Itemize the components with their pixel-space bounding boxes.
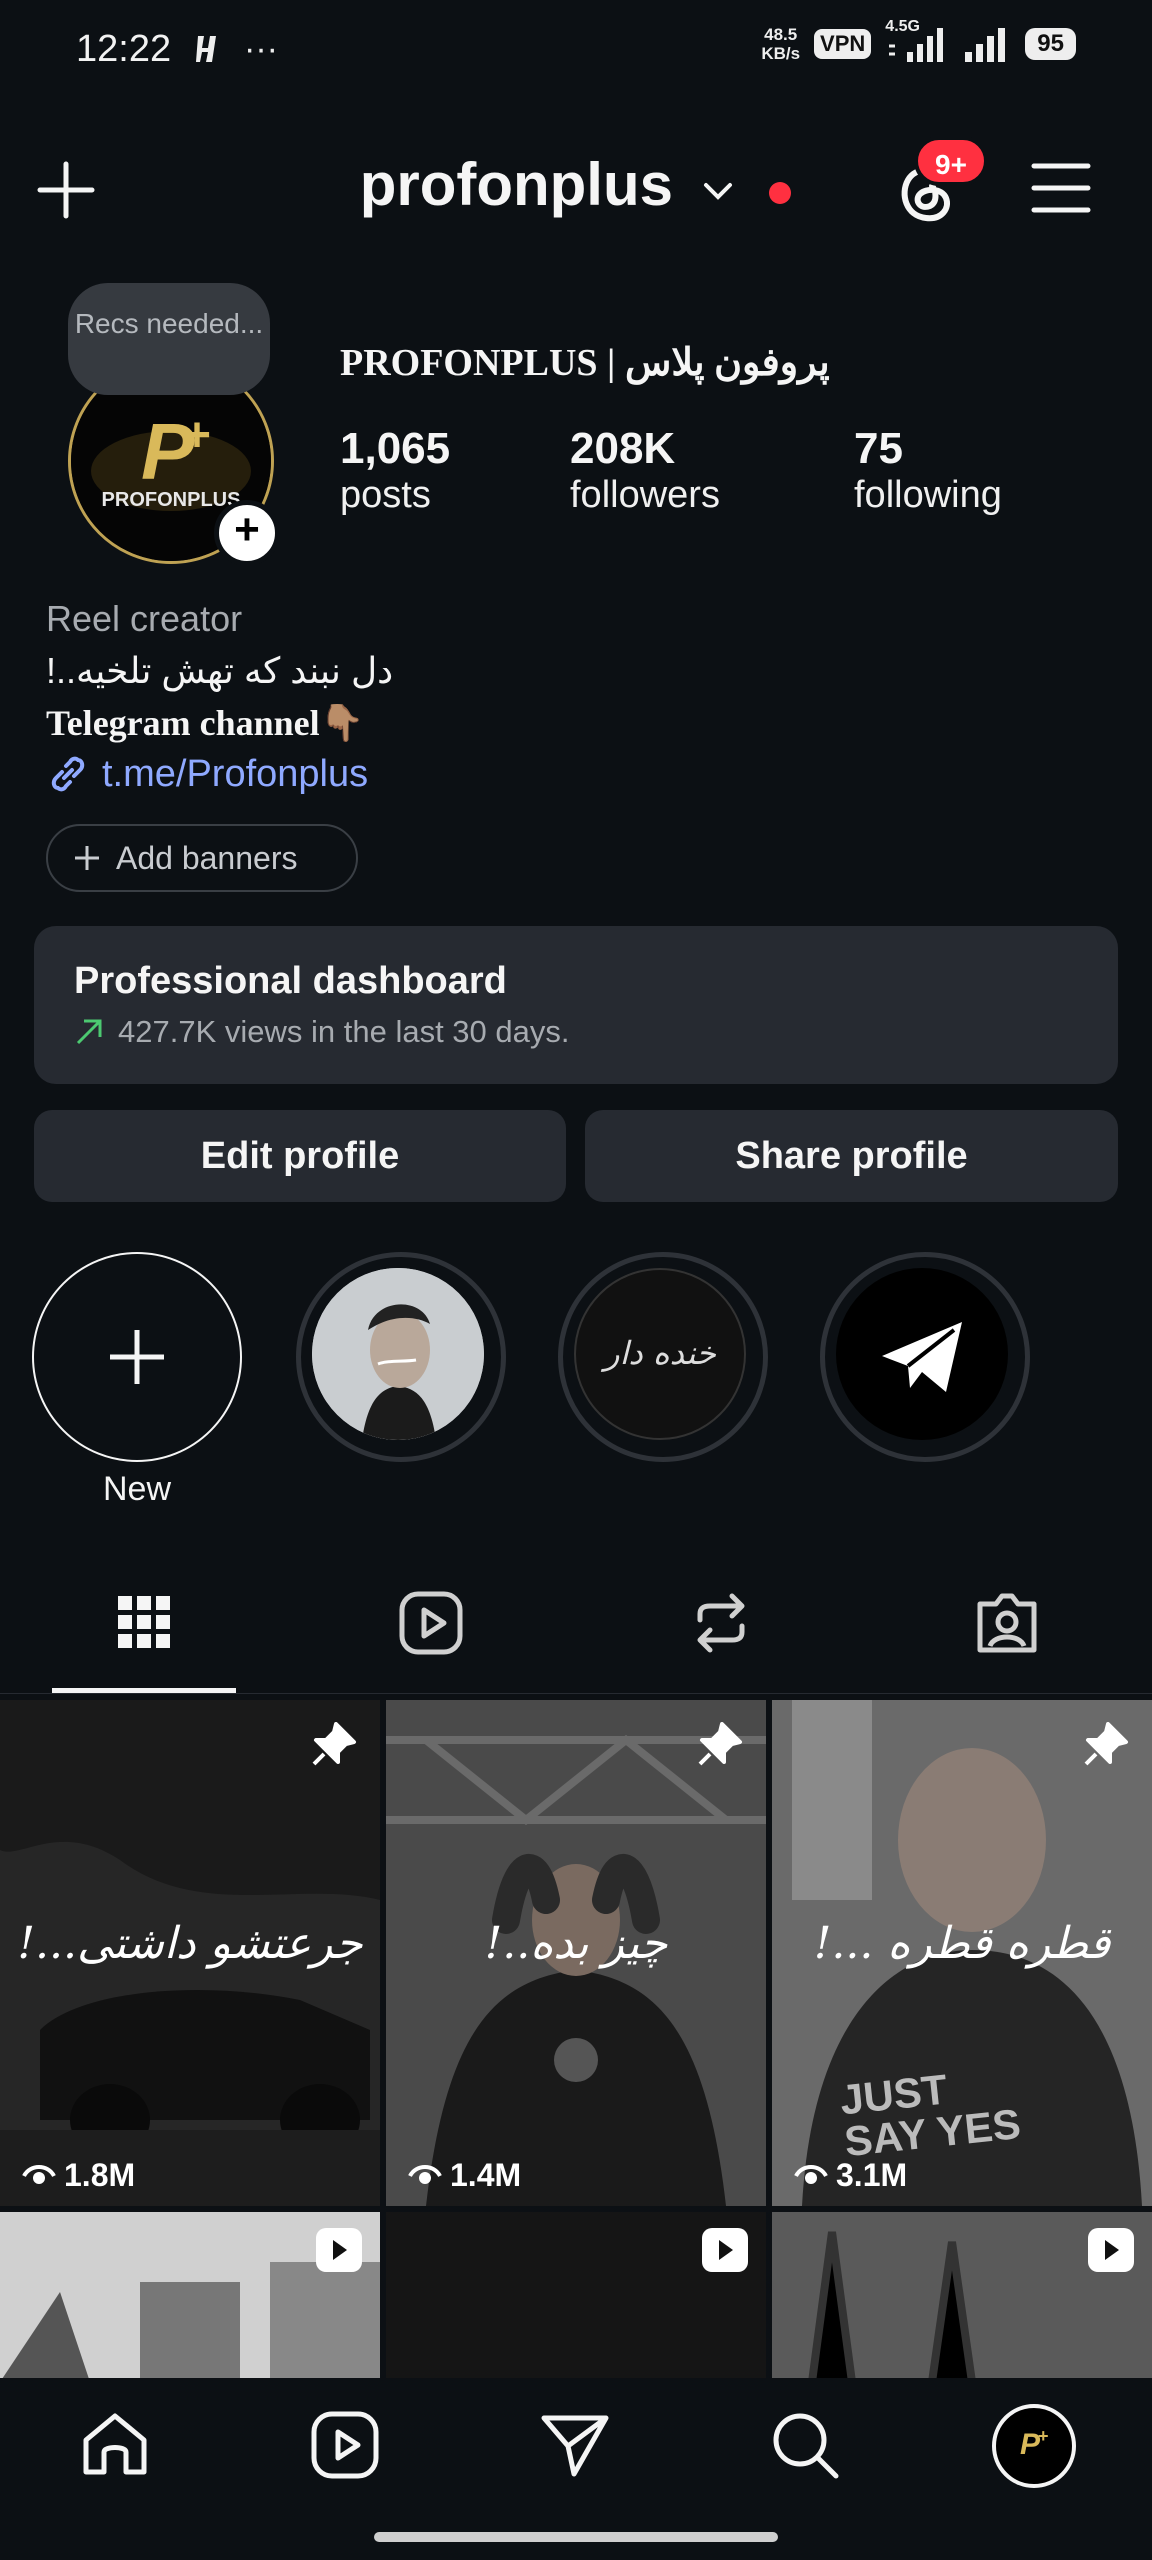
nav-search[interactable] xyxy=(770,2410,840,2485)
send-icon xyxy=(541,2415,609,2477)
battery-indicator: 95 xyxy=(1025,28,1076,60)
unread-dot-icon xyxy=(769,182,792,204)
post-tile[interactable] xyxy=(386,2212,766,2382)
post-caption: چیز بده..! xyxy=(484,1918,668,1969)
post-views: 1.4M xyxy=(408,2157,521,2194)
status-time: 12:22 xyxy=(76,28,172,70)
grid-icon xyxy=(118,1596,170,1648)
svg-text:+: + xyxy=(183,409,211,462)
shirt-text: JUST SAY YES xyxy=(837,2065,1023,2166)
new-highlight-button[interactable] xyxy=(32,1252,242,1462)
signal-4g-icon: 4.5G xyxy=(885,18,949,64)
highlight-item-2[interactable]: خنده دار xyxy=(558,1252,768,1462)
notification-icon xyxy=(194,32,222,71)
bio-line-1: دل نبند که تهش تلخیه..! xyxy=(46,650,394,691)
tab-divider xyxy=(0,1693,1152,1694)
profile-avatar-icon: P+ xyxy=(1020,2426,1049,2461)
reel-badge-icon xyxy=(316,2228,362,2272)
telegram-icon xyxy=(882,1322,962,1392)
post-tile[interactable]: جرعتشو داشتی...! 1.8M xyxy=(0,1700,380,2206)
reels-icon xyxy=(311,2411,379,2479)
menu-icon xyxy=(1031,163,1091,213)
signal-icon xyxy=(965,28,1006,62)
post-tile[interactable] xyxy=(0,2212,380,2382)
bio-link[interactable]: t.me/Profonplus xyxy=(46,752,368,796)
home-indicator xyxy=(374,2532,778,2542)
nav-profile[interactable]: P + xyxy=(992,2404,1076,2488)
tagged-icon xyxy=(977,1593,1037,1653)
nav-home[interactable] xyxy=(80,2410,150,2485)
stat-posts[interactable]: 1,065 posts xyxy=(340,424,450,517)
post-tile[interactable]: JUST SAY YES قطره قطره ...! 3.1M xyxy=(772,1700,1152,2206)
professional-dashboard[interactable]: Professional dashboard 427.7K views in t… xyxy=(34,926,1118,1084)
post-caption: جرعتشو داشتی...! xyxy=(17,1918,363,1969)
post-tile[interactable] xyxy=(772,2212,1152,2382)
menu-button[interactable] xyxy=(1030,160,1092,221)
highlight-item-1[interactable] xyxy=(296,1252,506,1462)
home-icon xyxy=(83,2413,147,2475)
username: profonplus xyxy=(359,151,673,218)
reposts-icon xyxy=(697,1593,745,1653)
plus-icon xyxy=(75,846,99,870)
new-highlight-label: New xyxy=(102,1470,172,1508)
pin-icon xyxy=(312,1722,356,1766)
notification-count-badge: 9+ xyxy=(914,136,988,186)
search-icon xyxy=(773,2413,839,2479)
status-icons: 48.5 KB/s VPN 4.5G 95 xyxy=(761,18,1076,64)
post-tile[interactable]: چیز بده..! 1.4M xyxy=(386,1700,766,2206)
more-status-icon: ··· xyxy=(244,30,278,68)
plus-icon xyxy=(110,1330,164,1384)
svg-text:+: + xyxy=(1038,2426,1049,2446)
tab-tagged[interactable] xyxy=(974,1590,1040,1661)
chevron-down-icon xyxy=(703,183,732,200)
edit-profile-button[interactable]: Edit profile xyxy=(34,1110,566,1202)
vpn-badge: VPN xyxy=(814,29,872,59)
eye-icon xyxy=(22,2164,56,2184)
net-speed: 48.5 KB/s xyxy=(761,25,801,63)
display-name: PROFONPLUS | پروفون پلاس xyxy=(340,342,830,384)
add-banners-button[interactable]: Add banners xyxy=(46,824,358,892)
post-views: 3.1M xyxy=(794,2157,907,2194)
add-story-button[interactable]: + xyxy=(214,500,280,566)
reel-badge-icon xyxy=(1088,2228,1134,2272)
bio-line-2: Telegram channel👇🏽 xyxy=(46,703,365,743)
share-profile-button[interactable]: Share profile xyxy=(585,1110,1118,1202)
post-views: 1.8M xyxy=(22,2157,135,2194)
link-icon xyxy=(51,756,85,792)
stat-followers[interactable]: 208K followers xyxy=(570,424,720,517)
portrait-image xyxy=(312,1268,484,1440)
trend-up-icon xyxy=(76,1019,102,1045)
tab-reposts[interactable] xyxy=(688,1590,754,1661)
dashboard-title: Professional dashboard xyxy=(74,960,507,1002)
reel-badge-icon xyxy=(702,2228,748,2272)
highlight-item-3[interactable] xyxy=(820,1252,1030,1462)
nav-reels[interactable] xyxy=(310,2410,380,2485)
stat-following[interactable]: 75 following xyxy=(854,424,1002,517)
profile-category: Reel creator xyxy=(46,598,243,639)
pin-icon xyxy=(698,1722,742,1766)
highlight-item-2-text: خنده دار xyxy=(604,1334,716,1372)
eye-icon xyxy=(408,2164,442,2184)
nav-messages[interactable] xyxy=(540,2410,610,2485)
reels-icon xyxy=(399,1591,463,1655)
dashboard-subtitle: 427.7K views in the last 30 days. xyxy=(74,1014,569,1050)
tab-posts[interactable] xyxy=(116,1594,172,1655)
eye-icon xyxy=(794,2164,828,2184)
post-caption: قطره قطره ...! xyxy=(813,1918,1111,1969)
tab-reels[interactable] xyxy=(398,1590,464,1661)
pin-icon xyxy=(1084,1722,1128,1766)
notes-bubble[interactable]: Recs needed... xyxy=(68,283,270,395)
